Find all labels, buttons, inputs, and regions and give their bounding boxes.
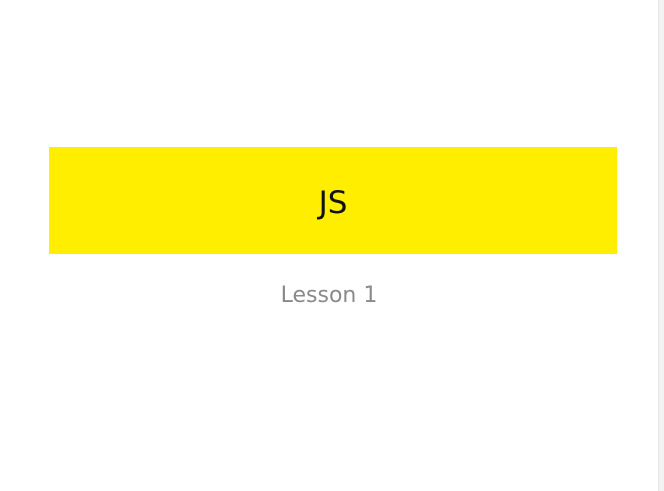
- presentation-slide: JS Lesson 1: [0, 0, 658, 491]
- slide-subtitle[interactable]: Lesson 1: [0, 283, 658, 309]
- slide-title[interactable]: JS: [319, 188, 348, 219]
- title-band: JS: [49, 147, 617, 254]
- window-edge: [658, 0, 664, 491]
